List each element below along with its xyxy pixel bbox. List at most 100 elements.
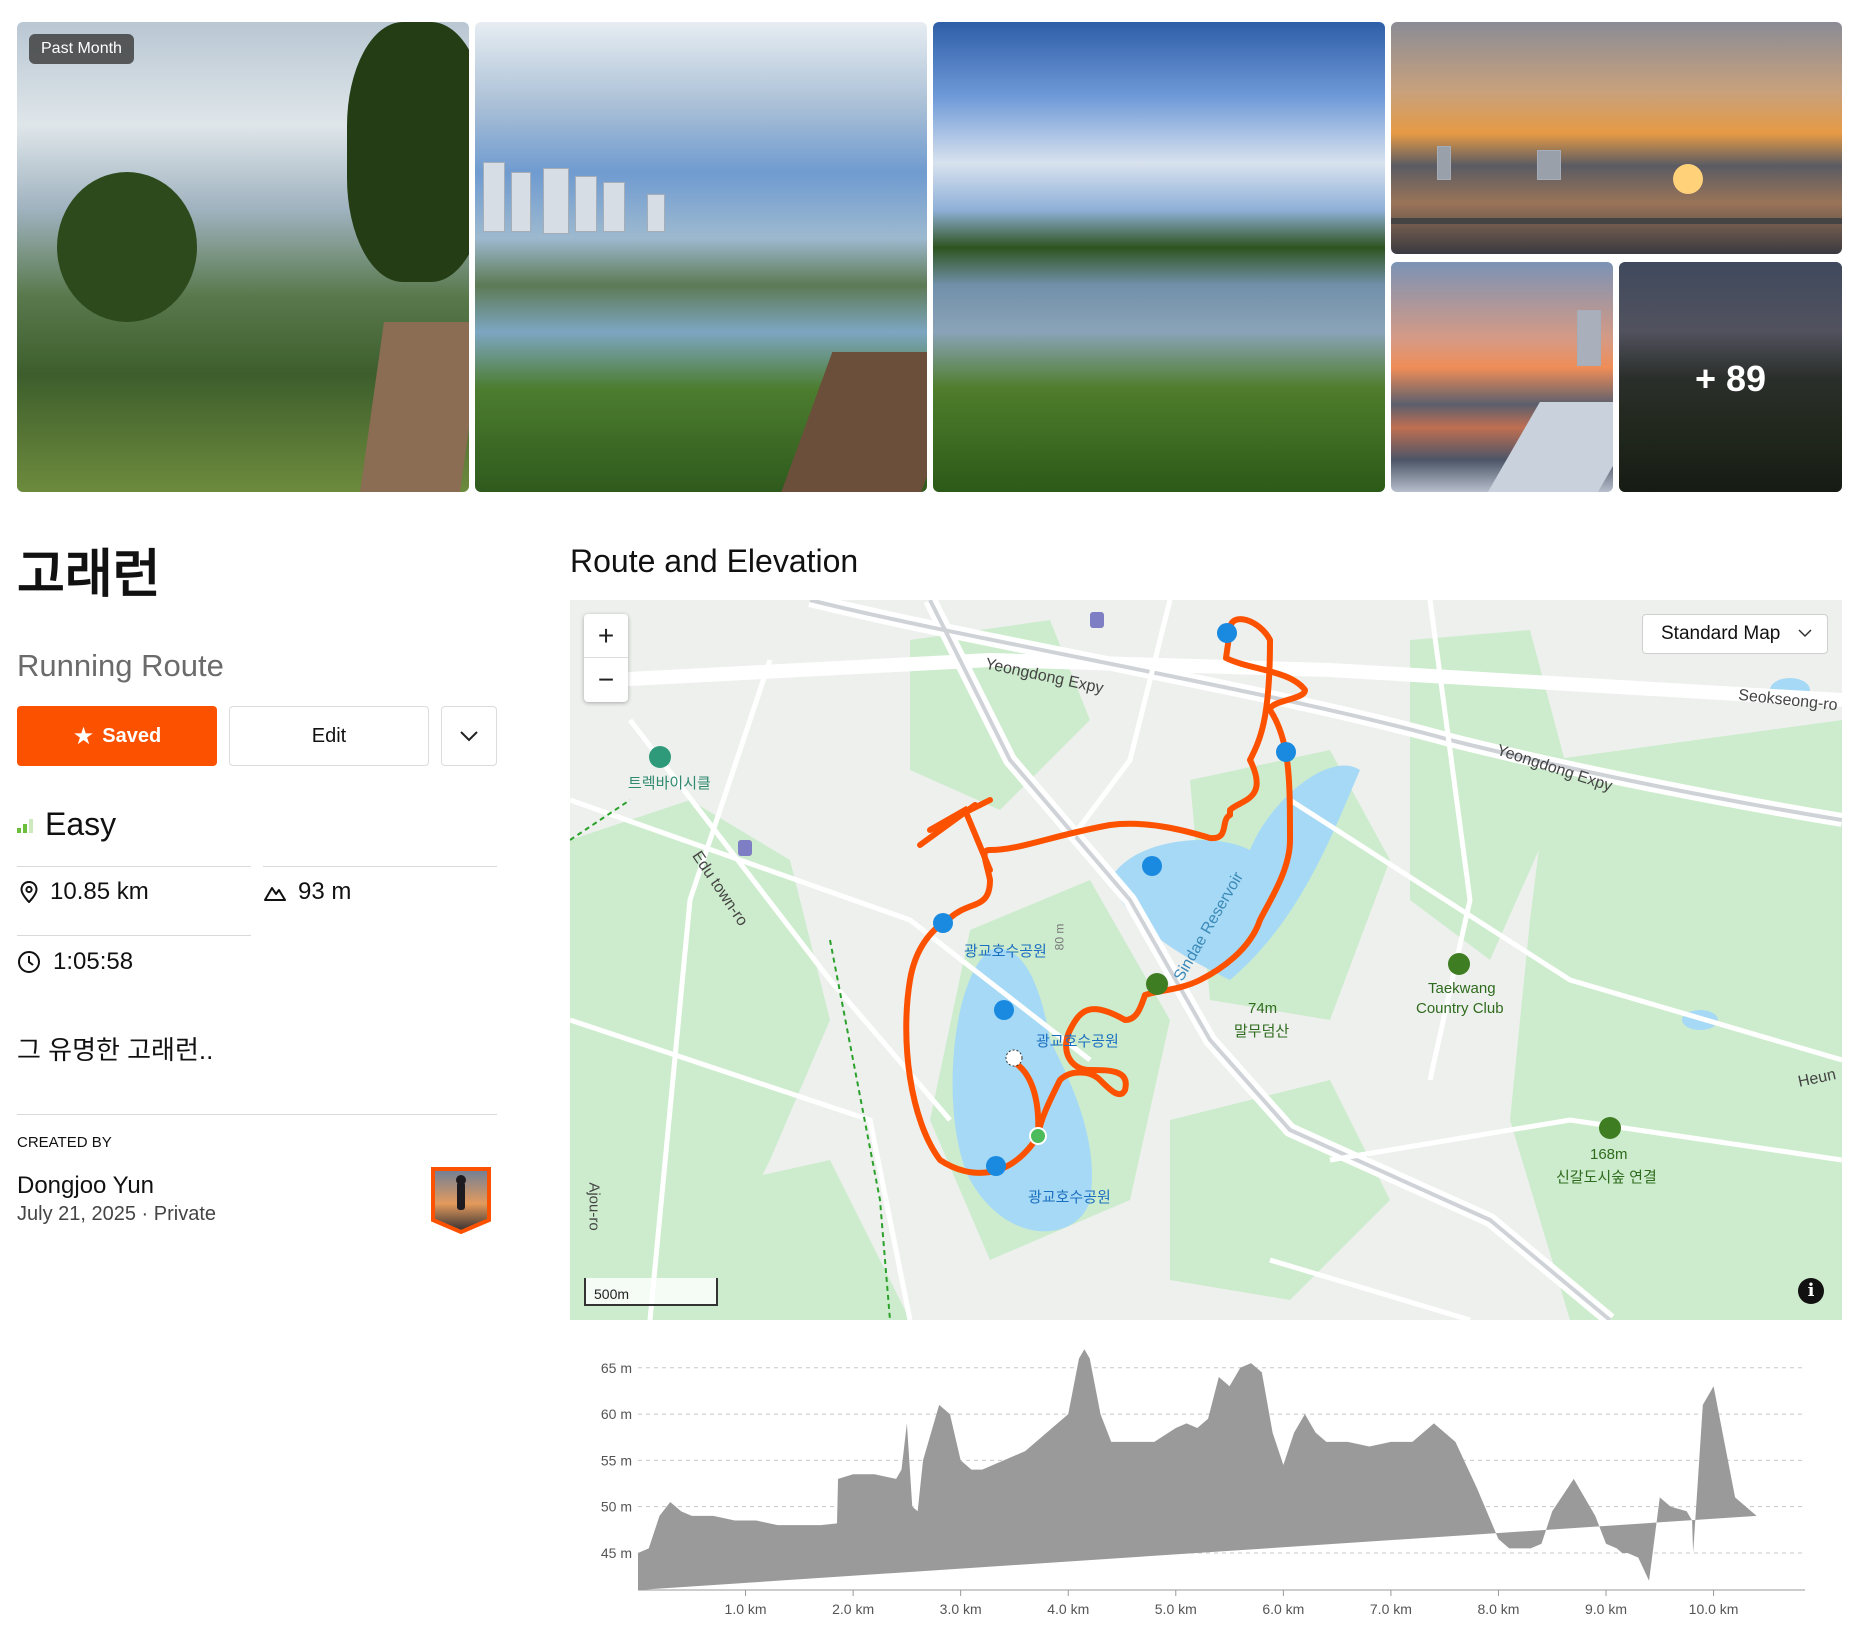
clock-icon bbox=[18, 951, 40, 973]
x-tick-label: 10.0 km bbox=[1689, 1601, 1739, 1617]
map-label-peak-height: 74m bbox=[1248, 1000, 1278, 1017]
route-photo-4[interactable] bbox=[1391, 22, 1842, 254]
divider bbox=[17, 866, 251, 867]
y-tick-label: 45 m bbox=[601, 1545, 632, 1561]
difficulty: Easy bbox=[17, 806, 116, 843]
building-shape bbox=[511, 172, 531, 232]
x-tick-label: 3.0 km bbox=[940, 1601, 982, 1617]
boardwalk-shape bbox=[360, 322, 469, 492]
map-label-golf: Taekwang bbox=[1428, 980, 1496, 997]
x-tick-label: 7.0 km bbox=[1370, 1601, 1412, 1617]
building-shape bbox=[1437, 146, 1451, 180]
duration-value: 1:05:58 bbox=[53, 948, 134, 975]
y-tick-label: 55 m bbox=[601, 1452, 632, 1468]
map-label-poi: 광교호수공원 bbox=[1036, 1033, 1119, 1050]
privacy-label: Private bbox=[153, 1203, 217, 1225]
railing-shape bbox=[777, 352, 927, 492]
elevation-area bbox=[638, 1349, 1757, 1590]
route-finish-marker bbox=[1005, 1049, 1023, 1067]
sun-shape bbox=[1673, 164, 1703, 194]
park-areas bbox=[570, 620, 1842, 1320]
map-style-select[interactable]: Standard Map bbox=[1642, 614, 1828, 654]
route-photo-5[interactable] bbox=[1391, 262, 1613, 492]
section-title: Route and Elevation bbox=[570, 543, 859, 579]
creator-meta: July 21, 2025 · Private bbox=[17, 1203, 216, 1226]
map-label-poi: 광교호수공원 bbox=[964, 943, 1047, 960]
divider bbox=[263, 866, 497, 867]
edit-button[interactable]: Edit bbox=[229, 706, 429, 766]
x-tick-label: 9.0 km bbox=[1585, 1601, 1627, 1617]
route-title: 고래런 bbox=[17, 546, 161, 604]
y-tick-label: 60 m bbox=[601, 1406, 632, 1422]
tree-shape bbox=[57, 172, 197, 322]
building-shape bbox=[603, 182, 625, 232]
edit-button-label: Edit bbox=[311, 724, 347, 747]
route-description: 그 유명한 고래런.. bbox=[17, 1035, 214, 1065]
building-shape bbox=[1537, 150, 1561, 180]
building-shape bbox=[543, 168, 569, 234]
created-date: July 21, 2025 bbox=[17, 1203, 136, 1225]
creator-name[interactable]: Dongjoo Yun bbox=[17, 1172, 154, 1200]
x-tick-label: 1.0 km bbox=[725, 1601, 767, 1617]
map-label-peak-name: 말무덤산 bbox=[1234, 1023, 1290, 1040]
map-label-peak-height: 168m bbox=[1590, 1146, 1628, 1163]
route-photo-1[interactable]: Past Month bbox=[17, 22, 469, 492]
y-tick-label: 65 m bbox=[601, 1360, 632, 1376]
x-tick-label: 4.0 km bbox=[1047, 1601, 1089, 1617]
building-shape bbox=[1577, 310, 1601, 366]
distance-value: 10.85 km bbox=[50, 878, 149, 905]
divider bbox=[17, 935, 251, 936]
saved-button[interactable]: ★ Saved bbox=[17, 706, 217, 766]
railing-shape bbox=[1391, 218, 1842, 224]
chevron-down-icon bbox=[460, 731, 478, 742]
zoom-out-button[interactable]: − bbox=[584, 658, 628, 702]
x-tick-label: 8.0 km bbox=[1477, 1601, 1519, 1617]
route-type: Running Route bbox=[17, 648, 224, 683]
divider bbox=[17, 1114, 497, 1115]
elevation-gain-value: 93 m bbox=[298, 878, 352, 905]
distance-stat: 10.85 km bbox=[20, 878, 149, 906]
photo-gallery: Past Month + 89 bbox=[17, 22, 1842, 492]
building-shape bbox=[575, 176, 597, 232]
difficulty-bars-icon bbox=[17, 818, 33, 833]
x-tick-label: 5.0 km bbox=[1155, 1601, 1197, 1617]
x-tick-label: 6.0 km bbox=[1262, 1601, 1304, 1617]
route-line bbox=[917, 797, 993, 873]
created-by-label: CREATED BY bbox=[17, 1134, 112, 1151]
info-icon[interactable]: i bbox=[1798, 1278, 1824, 1304]
map-canvas bbox=[570, 600, 1842, 1320]
walkway-shape bbox=[1482, 402, 1613, 492]
map-label-golf: Country Club bbox=[1416, 1000, 1504, 1017]
route-photo-3[interactable] bbox=[933, 22, 1385, 492]
route-photo-6-more[interactable]: + 89 bbox=[1619, 262, 1842, 492]
route-photo-2[interactable] bbox=[475, 22, 927, 492]
map-label-poi: 광교호수공원 bbox=[1028, 1189, 1111, 1206]
tree-shape bbox=[347, 22, 469, 282]
map-label-poi: 트렉바이시클 bbox=[628, 775, 711, 792]
building-shape bbox=[647, 194, 665, 232]
more-photos-count[interactable]: + 89 bbox=[1619, 358, 1842, 400]
map-scale: 500m bbox=[584, 1278, 718, 1306]
more-options-button[interactable] bbox=[441, 706, 497, 766]
elevation-chart: 45 m 50 m 55 m 60 m 65 m 1.0 km 2.0 km 3.0 km 4.… bbox=[601, 1349, 1805, 1617]
past-month-badge: Past Month bbox=[29, 34, 134, 64]
map-label-peak-name: 신갈도시숲 연결 bbox=[1556, 1169, 1657, 1186]
zoom-controls: + − bbox=[584, 614, 628, 702]
building-shape bbox=[483, 162, 505, 232]
location-pin-icon bbox=[20, 881, 38, 903]
mountain-icon bbox=[264, 887, 286, 901]
duration-stat: 1:05:58 bbox=[17, 948, 133, 976]
map-label-road: Ajou-ro bbox=[585, 1182, 603, 1231]
route-start-marker bbox=[1029, 1127, 1047, 1145]
x-tick-label: 2.0 km bbox=[832, 1601, 874, 1617]
map-label-contour: 80 m bbox=[1052, 923, 1067, 951]
meta-dot: · bbox=[141, 1203, 154, 1225]
zoom-in-button[interactable]: + bbox=[584, 614, 628, 658]
saved-button-label: Saved bbox=[102, 724, 162, 747]
difficulty-label: Easy bbox=[45, 806, 117, 842]
route-map[interactable]: Yeongdong Expy Yeongdong Expy Seokseong-… bbox=[570, 600, 1842, 1320]
chevron-down-icon bbox=[1798, 629, 1812, 638]
avatar[interactable] bbox=[430, 1166, 492, 1234]
y-tick-label: 50 m bbox=[601, 1499, 632, 1515]
elevation-stat: 93 m bbox=[264, 878, 351, 906]
